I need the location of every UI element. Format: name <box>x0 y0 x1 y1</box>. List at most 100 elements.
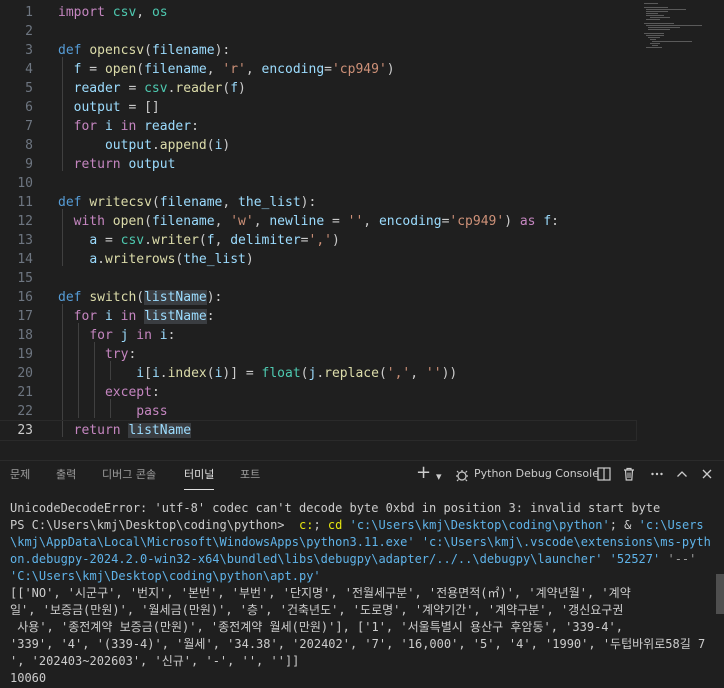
code-line[interactable]: 15 <box>0 269 636 288</box>
terminal-command: c: <box>299 518 314 532</box>
line-number: 3 <box>25 43 33 58</box>
line-number: 16 <box>17 290 33 305</box>
chevron-up-icon[interactable] <box>675 467 689 485</box>
terminal-separator: ; & <box>609 518 632 532</box>
minimap[interactable] <box>640 0 724 60</box>
code-text: def opencsv(filename): <box>58 43 231 58</box>
code-line[interactable]: 12 with open(filename, 'w', newline = ''… <box>0 212 636 231</box>
code-line[interactable]: 6 output = [] <box>0 98 636 117</box>
code-line[interactable]: 16 def switch(listName): <box>0 288 636 307</box>
code-line-current[interactable]: 23 return listName <box>0 420 637 441</box>
code-line[interactable]: 19 try: <box>0 345 636 364</box>
line-number: 22 <box>17 404 33 419</box>
terminal-output-line: ', '202403~202603', '신규', '-', '', '']] <box>10 654 300 668</box>
code-text: a = csv.writer(f, delimiter=',') <box>89 233 340 248</box>
code-text: pass <box>136 404 168 419</box>
code-line[interactable]: 13 a = csv.writer(f, delimiter=',') <box>0 231 636 250</box>
tab-terminal[interactable]: 터미널 <box>184 461 215 490</box>
code-line[interactable]: 22 pass <box>0 402 636 421</box>
more-icon[interactable] <box>650 467 664 485</box>
line-number: 9 <box>25 157 33 172</box>
terminal-arg: '--' <box>667 552 697 566</box>
terminal-scrollbar[interactable] <box>716 574 724 614</box>
line-number: 5 <box>25 81 33 96</box>
code-text: i[i.index(i)] = float(j.replace(',', '')… <box>136 366 458 381</box>
tab-debug-console[interactable]: 디버그 콘솔 <box>102 461 156 489</box>
code-line[interactable]: 4 f = open(filename, 'r', encoding='cp94… <box>0 60 636 79</box>
terminal-command: cd <box>327 518 343 532</box>
code-text: try: <box>104 347 137 362</box>
code-text: def writecsv(filename, the_list): <box>58 195 317 210</box>
plus-icon[interactable]: + <box>416 464 431 482</box>
code-line[interactable]: 3 def opencsv(filename): <box>0 41 636 60</box>
terminal-prompt: PS C:\Users\kmj\Desktop\coding\python> <box>10 518 285 532</box>
code-text: for i in listName: <box>73 309 215 324</box>
code-text: return listName <box>73 423 192 438</box>
code-line[interactable]: 7 for i in reader: <box>0 117 636 136</box>
line-number: 18 <box>17 328 33 343</box>
code-text: output.append(i) <box>104 138 231 153</box>
close-icon[interactable] <box>700 467 714 485</box>
code-line[interactable]: 14 a.writerows(the_list) <box>0 250 636 269</box>
line-number: 19 <box>17 347 33 362</box>
debug-bug-icon <box>454 467 470 487</box>
code-text: reader = csv.reader(f) <box>73 81 246 96</box>
code-line[interactable]: 18 for j in i: <box>0 326 636 345</box>
code-text: f = open(filename, 'r', encoding='cp949'… <box>73 62 395 77</box>
chevron-down-icon[interactable]: ▾ <box>436 469 442 485</box>
line-number: 4 <box>25 62 33 77</box>
terminal-name[interactable]: Python Debug Console <box>474 467 599 480</box>
code-line[interactable]: 10 <box>0 174 636 193</box>
terminal-output-line: 일', '보증금(만원)', '월세금(만원)', '층', '건축년도', '… <box>10 603 624 617</box>
code-line[interactable]: 11 def writecsv(filename, the_list): <box>0 193 636 212</box>
code-text: output = [] <box>73 100 160 115</box>
line-number: 15 <box>17 271 33 286</box>
code-text: a.writerows(the_list) <box>89 252 254 267</box>
tab-problems[interactable]: 문제 <box>10 461 30 489</box>
line-number: 13 <box>17 233 33 248</box>
code-text: def switch(listName): <box>58 290 223 305</box>
panel-tab-bar: 문제 출력 디버그 콘솔 터미널 포트 + ▾ <box>0 460 724 491</box>
code-line[interactable]: 2 <box>0 22 636 41</box>
terminal-output[interactable]: UnicodeDecodeError: 'utf-8' codec can't … <box>10 500 714 688</box>
code-text: for i in reader: <box>73 119 199 134</box>
terminal-error-line: UnicodeDecodeError: 'utf-8' codec can't … <box>10 501 661 515</box>
line-number: 12 <box>17 214 33 229</box>
code-line[interactable]: 8 output.append(i) <box>0 136 636 155</box>
line-number: 23 <box>17 423 33 438</box>
line-number: 8 <box>25 138 33 153</box>
code-text: with open(filename, 'w', newline = '', e… <box>73 214 559 229</box>
code-text: return output <box>73 157 176 172</box>
terminal-output-line: '339', '4', '(339-4)', '월세', '34.38', '2… <box>10 637 706 651</box>
line-number: 20 <box>17 366 33 381</box>
line-number: 2 <box>25 24 33 39</box>
code-editor[interactable]: 1 import csv, os 2 3 def opencsv(filename)… <box>0 0 724 458</box>
terminal-output-line: [['NO', '시군구', '번지', '본번', '부번', '단지명', … <box>10 586 631 600</box>
code-line[interactable]: 1 import csv, os <box>0 3 636 22</box>
line-number: 10 <box>17 176 33 191</box>
terminal-arg: 'c:\Users\kmj\Desktop\coding\python' <box>349 518 610 532</box>
split-icon[interactable] <box>597 467 611 485</box>
terminal-arg: '52527' <box>609 552 661 566</box>
line-number: 14 <box>17 252 33 267</box>
terminal-arg: 'C:\Users\kmj\Desktop\coding\python\apt.… <box>10 569 321 583</box>
tab-output[interactable]: 출력 <box>56 461 76 489</box>
terminal-separator: ; <box>313 518 321 532</box>
trash-icon[interactable] <box>622 467 636 485</box>
terminal-output-line: 10060 <box>10 671 47 685</box>
code-line[interactable]: 21 except: <box>0 383 636 402</box>
code-line[interactable]: 17 for i in listName: <box>0 307 636 326</box>
code-text: except: <box>104 385 160 400</box>
line-number: 21 <box>17 385 33 400</box>
terminal-output-line: 사용', '종전계약 보증금(만원)', '종전계약 월세(만원)'], ['1… <box>10 620 623 634</box>
code-line[interactable]: 9 return output <box>0 155 636 174</box>
code-line[interactable]: 20 i[i.index(i)] = float(j.replace(',', … <box>0 364 636 383</box>
code-line[interactable]: 5 reader = csv.reader(f) <box>0 79 636 98</box>
code-text: import csv, os <box>58 5 168 20</box>
tab-ports[interactable]: 포트 <box>240 461 260 489</box>
line-number: 17 <box>17 309 33 324</box>
line-number: 7 <box>25 119 33 134</box>
line-number: 1 <box>25 5 33 20</box>
code-text: for j in i: <box>89 328 176 343</box>
line-number: 11 <box>17 195 33 210</box>
